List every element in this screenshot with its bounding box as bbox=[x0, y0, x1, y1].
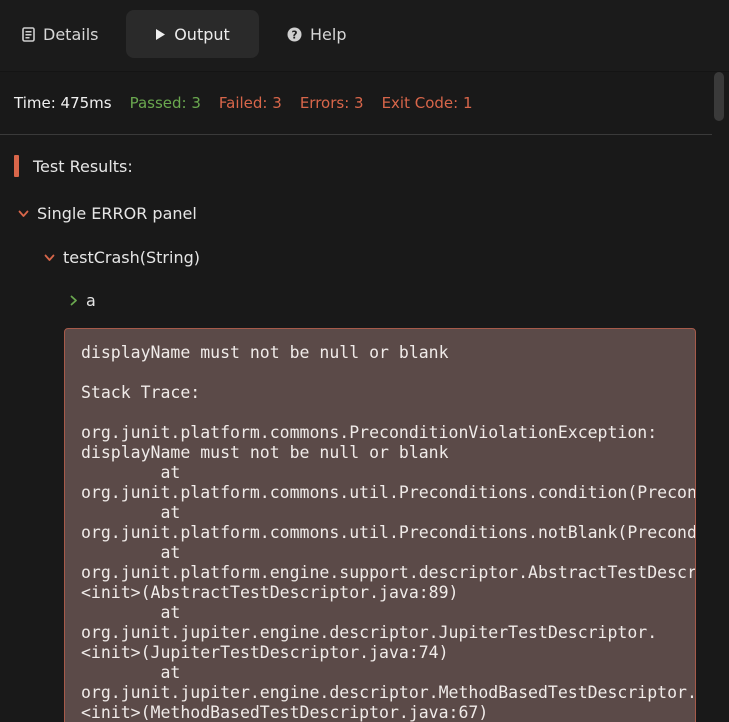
tab-output-label: Output bbox=[174, 24, 230, 44]
play-icon bbox=[155, 28, 166, 41]
chevron-right-icon bbox=[70, 295, 78, 306]
error-stack-trace: displayName must not be null or blank St… bbox=[81, 343, 696, 722]
scrollbar-thumb[interactable] bbox=[714, 72, 724, 121]
tab-details[interactable]: Details bbox=[22, 10, 98, 58]
scrollbar[interactable] bbox=[712, 72, 729, 722]
failed-stat: Failed: 3 bbox=[218, 94, 282, 112]
chevron-down-icon bbox=[18, 210, 29, 218]
tree-node-test-label: testCrash(String) bbox=[63, 248, 200, 267]
tree-node-panel-label: Single ERROR panel bbox=[37, 204, 197, 223]
tab-help-label: Help bbox=[310, 24, 347, 44]
exit-code-stat: Exit Code: 1 bbox=[381, 94, 473, 112]
help-circle-icon: ? bbox=[287, 27, 302, 42]
errors-stat: Errors: 3 bbox=[299, 94, 364, 112]
chevron-down-icon bbox=[44, 254, 55, 262]
tree-node-param[interactable]: a bbox=[70, 291, 96, 310]
heading-accent-bar bbox=[14, 155, 19, 177]
run-summary: Time: 475ms Passed: 3 Failed: 3 Errors: … bbox=[14, 94, 473, 112]
test-results-title: Test Results: bbox=[33, 156, 133, 176]
tab-help[interactable]: ? Help bbox=[287, 10, 346, 58]
tab-details-label: Details bbox=[43, 24, 99, 44]
document-icon bbox=[22, 26, 35, 42]
error-output-box[interactable]: displayName must not be null or blank St… bbox=[64, 328, 696, 722]
tree-node-param-label: a bbox=[86, 291, 96, 310]
tab-output[interactable]: Output bbox=[126, 10, 259, 58]
output-panel: Time: 475ms Passed: 3 Failed: 3 Errors: … bbox=[0, 72, 712, 722]
svg-text:?: ? bbox=[291, 29, 297, 41]
passed-stat: Passed: 3 bbox=[129, 94, 201, 112]
tab-bar: Details Output ? Help bbox=[0, 0, 729, 72]
tree-node-test[interactable]: testCrash(String) bbox=[44, 248, 200, 267]
test-results-heading: Test Results: bbox=[14, 155, 133, 177]
tree-node-panel[interactable]: Single ERROR panel bbox=[18, 204, 197, 223]
time-stat: Time: 475ms bbox=[14, 94, 112, 112]
summary-divider bbox=[0, 134, 712, 135]
